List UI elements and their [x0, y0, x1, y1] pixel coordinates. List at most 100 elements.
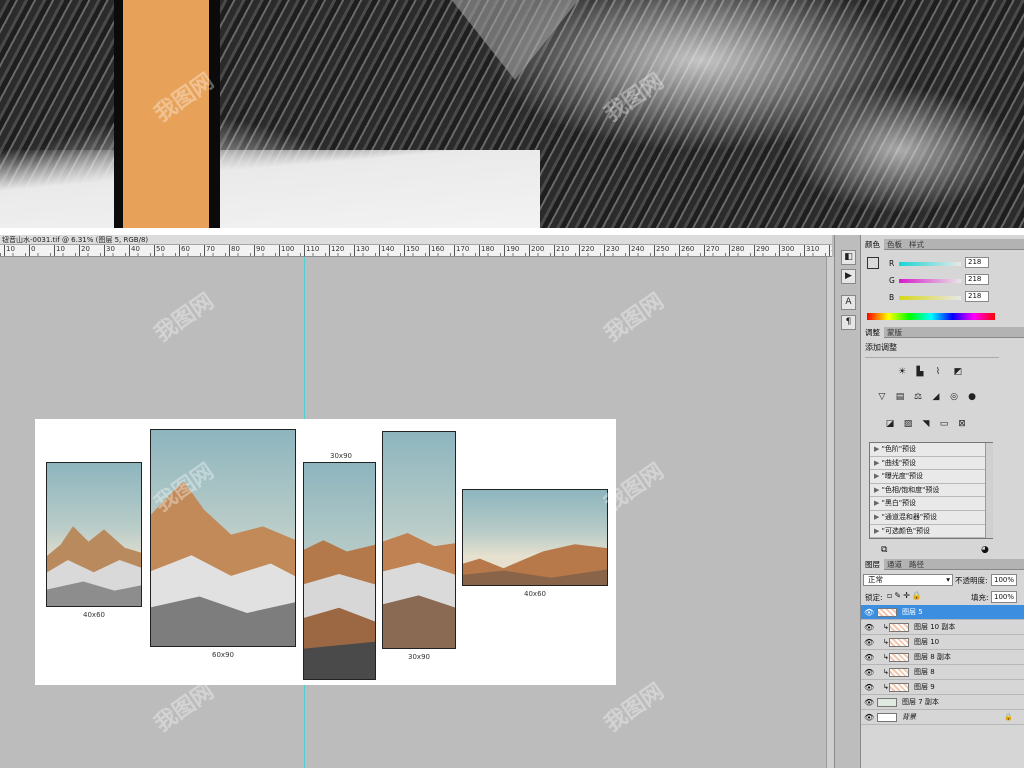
ruler-major-tick [279, 245, 280, 256]
panel-5[interactable] [462, 489, 608, 586]
ruler-tick-label: 130 [356, 245, 370, 253]
panel-1-label: 40x60 [83, 611, 105, 619]
channel-r-value[interactable]: 218 [965, 257, 989, 268]
blend-mode-select[interactable]: 正常 ▾ [863, 574, 953, 586]
channel-g-label: G [889, 276, 895, 285]
document-canvas[interactable]: 40x60 60x90 30x90 30x90 40x60 [35, 419, 616, 685]
color-panel-icon[interactable]: ◧ [841, 250, 856, 265]
ruler-tick-label: 100 [281, 245, 295, 253]
right-panels: 颜色 色板 样式 R 218 G 218 B 218 调整 蒙版 添加调整 ☀ … [860, 235, 1024, 768]
exposure-icon[interactable]: ◩ [951, 365, 965, 379]
character-icon[interactable]: A [841, 295, 856, 310]
layer-thumbnail [889, 683, 909, 692]
preset-item[interactable]: ▶ "曲线"预设 [870, 457, 992, 471]
layer-row[interactable]: 👁 ↳ 图层 10 副本 [861, 620, 1024, 635]
panel-4[interactable] [382, 431, 456, 649]
layer-name: 图层 7 副本 [902, 698, 939, 706]
channel-b-value[interactable]: 218 [965, 291, 989, 302]
channel-g-value[interactable]: 218 [965, 274, 989, 285]
preset-item[interactable]: ▶ "通道混和器"预设 [870, 511, 992, 525]
layer-row[interactable]: 👁 ↳ 图层 8 副本 [861, 650, 1024, 665]
clip-layer-icon[interactable]: ⧉ [881, 545, 887, 555]
fill-input[interactable]: 100% [991, 591, 1017, 603]
invert-icon[interactable]: ◪ [883, 417, 897, 431]
vertical-scrollbar[interactable] [826, 257, 834, 768]
panel-3[interactable] [303, 462, 376, 680]
ruler-tick-label: 160 [431, 245, 445, 253]
color-spectrum[interactable] [867, 313, 995, 320]
selective-color-icon[interactable]: ⊠ [955, 417, 969, 431]
eye-icon[interactable]: 👁 [864, 695, 874, 710]
panel-2[interactable] [150, 429, 296, 647]
layer-row[interactable]: 👁 ↳ 图层 10 [861, 635, 1024, 650]
panel-2-label: 60x90 [212, 651, 234, 659]
eye-icon[interactable]: 👁 [864, 605, 874, 620]
layers-panel-tabs: 图层 通道 路径 [861, 559, 1024, 570]
layer-row[interactable]: 👁 ↳ 图层 8 [861, 665, 1024, 680]
preset-item[interactable]: ▶ "曝光度"预设 [870, 470, 992, 484]
ruler-major-tick [254, 245, 255, 256]
eye-icon[interactable]: 👁 [864, 710, 874, 725]
tab-swatches[interactable]: 色板 [883, 239, 906, 250]
slider-b[interactable] [899, 296, 961, 300]
layer-row[interactable]: 👁 图层 7 副本 [861, 695, 1024, 710]
watermark: 我图网 [600, 288, 669, 348]
ruler-major-tick [504, 245, 505, 256]
slider-r[interactable] [899, 262, 961, 266]
eye-icon[interactable]: 👁 [864, 665, 874, 680]
foreground-swatch[interactable] [867, 257, 879, 269]
layer-row[interactable]: 👁 背景 🔒 [861, 710, 1024, 725]
ruler-tick-label: 150 [406, 245, 420, 253]
eye-icon[interactable]: 👁 [864, 620, 874, 635]
posterize-icon[interactable]: ▨ [901, 417, 915, 431]
layer-thumbnail [889, 638, 909, 647]
channel-mixer-icon[interactable]: ● [965, 390, 979, 404]
horizontal-ruler[interactable]: 10 0 10 20 30 40 50 60 70 80 90 100 110 120 130 140 150 1… [0, 245, 832, 257]
snow-slope [0, 150, 540, 228]
lock-icons[interactable]: ▫✎✛🔒 [887, 591, 924, 600]
gradient-map-icon[interactable]: ▭ [937, 417, 951, 431]
layer-row[interactable]: 👁 ↳ 图层 9 [861, 680, 1024, 695]
vibrance-icon[interactable]: ▽ [875, 390, 889, 404]
preset-item[interactable]: ▶ "黑白"预设 [870, 497, 992, 511]
layer-row[interactable]: 👁 图层 5 [861, 605, 1024, 620]
ruler-tick-label: 210 [556, 245, 570, 253]
expand-arrow-icon: ▶ [874, 485, 882, 494]
color-balance-icon[interactable]: ⚖ [911, 390, 925, 404]
tab-paths[interactable]: 路径 [905, 559, 928, 570]
tab-styles[interactable]: 样式 [905, 239, 928, 250]
tab-channels[interactable]: 通道 [883, 559, 906, 570]
levels-icon[interactable]: ▙ [913, 365, 927, 379]
presets-scrollbar[interactable] [985, 443, 993, 538]
tab-masks[interactable]: 蒙版 [883, 327, 906, 338]
eye-icon[interactable]: 👁 [864, 650, 874, 665]
eye-icon[interactable]: 👁 [864, 680, 874, 695]
threshold-icon[interactable]: ◥ [919, 417, 933, 431]
tab-layers[interactable]: 图层 [861, 559, 884, 570]
brightness-icon[interactable]: ☀ [895, 365, 909, 379]
tab-color[interactable]: 颜色 [861, 239, 884, 250]
panel-1[interactable] [46, 462, 142, 607]
paragraph-icon[interactable]: ¶ [841, 315, 856, 330]
adjust-options-icon[interactable]: ◕ [981, 545, 989, 555]
play-action-icon[interactable]: ▶ [841, 269, 856, 284]
hue-saturation-icon[interactable]: ▤ [893, 390, 907, 404]
opacity-input[interactable]: 100% [991, 574, 1017, 586]
preset-item[interactable]: ▶ "色相/饱和度"预设 [870, 484, 992, 498]
panel-5-label: 40x60 [524, 590, 546, 598]
layer-name: 背景 [902, 713, 916, 721]
photo-filter-icon[interactable]: ◎ [947, 390, 961, 404]
tab-adjustments[interactable]: 调整 [861, 327, 884, 338]
curves-icon[interactable]: ⌇ [931, 365, 945, 379]
presets-list: ▶ "色阶"预设 ▶ "曲线"预设 ▶ "曝光度"预设 ▶ "色相/饱和度"预设 ▶ "… [869, 442, 993, 539]
eye-icon[interactable]: 👁 [864, 635, 874, 650]
ruler-major-tick [579, 245, 580, 256]
preset-item[interactable]: ▶ "可选颜色"预设 [870, 525, 992, 539]
slider-g[interactable] [899, 279, 961, 283]
ruler-tick-label: 270 [706, 245, 720, 253]
black-white-icon[interactable]: ◢ [929, 390, 943, 404]
preset-item[interactable]: ▶ "色阶"预设 [870, 443, 992, 457]
ruler-major-tick [429, 245, 430, 256]
ruler-tick-label: 220 [581, 245, 595, 253]
channel-r-label: R [889, 259, 895, 268]
